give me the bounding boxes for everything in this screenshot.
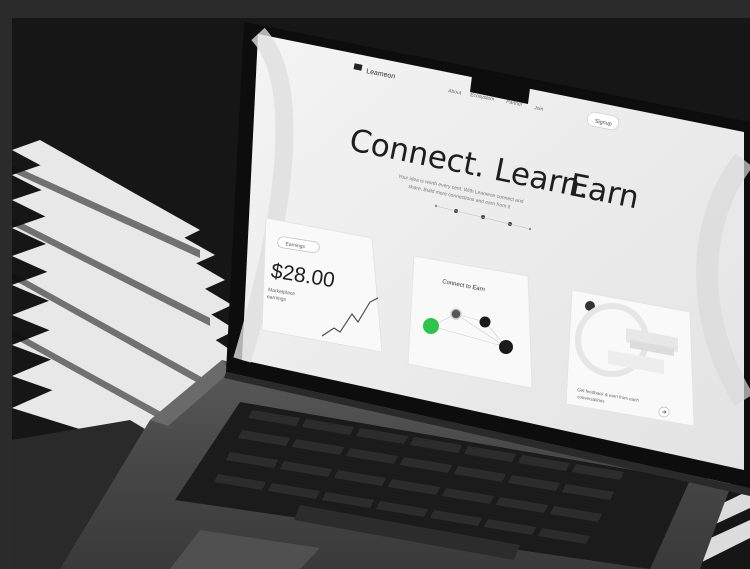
avatar-node-icon	[450, 308, 462, 320]
dark-node-icon	[479, 316, 491, 328]
frame-left	[0, 0, 12, 569]
green-node-icon	[423, 318, 439, 334]
scene-svg: Leameon About Ecosystem Partner Join Sig…	[0, 0, 750, 569]
frame-top	[0, 0, 750, 18]
photo-scene: Leameon About Ecosystem Partner Join Sig…	[0, 0, 750, 569]
dark-node-large-icon	[499, 340, 513, 354]
chat-card[interactable]: Get feedback & earn from each conversati…	[565, 289, 695, 427]
earnings-card[interactable]: Earnings $28.00 Marketplace earnings	[261, 217, 383, 353]
